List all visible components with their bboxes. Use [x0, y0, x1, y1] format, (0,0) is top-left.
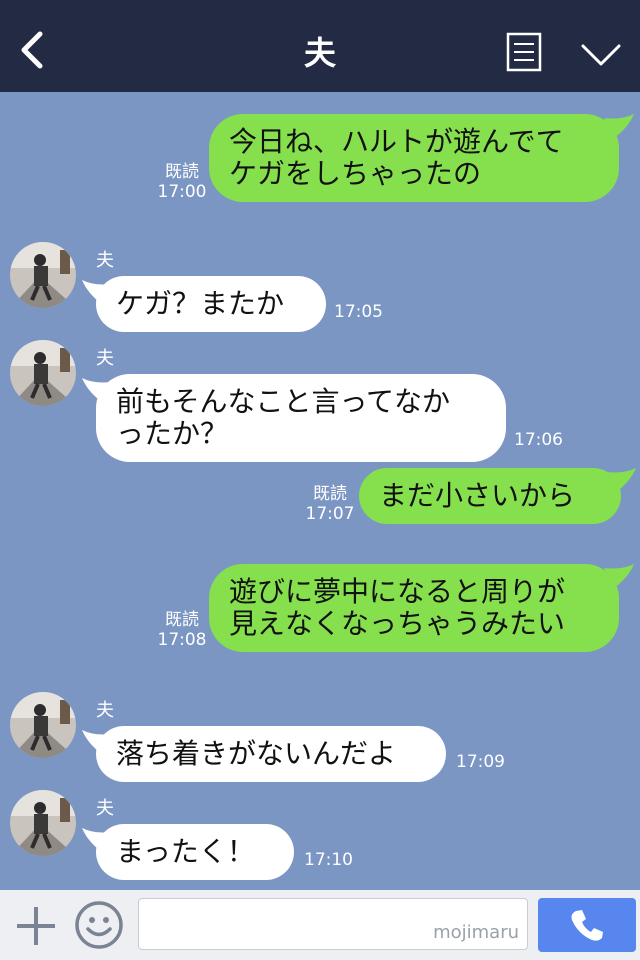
smiley-icon[interactable]: [74, 900, 124, 950]
message-row: 既読 17:08 遊びに夢中になると周りが 見えなくなっちゃうみたい: [0, 564, 640, 656]
avatar[interactable]: [10, 340, 76, 406]
message-time: 17:08: [157, 630, 207, 650]
avatar-photo-icon: [10, 692, 76, 758]
message-list[interactable]: 既読 17:00 今日ね、ハルトが遊んでて ケガをしちゃったの 夫 ケガ？またか…: [0, 92, 640, 890]
message-row: 夫 前もそんなこと言ってなか ったか？ 17:06: [0, 340, 640, 464]
my-message-bubble[interactable]: 今日ね、ハルトが遊んでて ケガをしちゃったの: [209, 114, 619, 202]
read-receipt: 既読: [165, 610, 199, 630]
message-meta: 既読 17:00: [156, 162, 208, 202]
sender-name: 夫: [96, 250, 114, 271]
message-row: 夫 ケガ？またか 17:05: [0, 242, 640, 334]
chevron-down-icon[interactable]: [580, 42, 622, 68]
avatar[interactable]: [10, 692, 76, 758]
message-row: 夫 落ち着きがないんだよ 17:09: [0, 692, 640, 784]
avatar-photo-icon: [10, 790, 76, 856]
chat-title: 夫: [303, 34, 336, 72]
message-time: 17:09: [456, 752, 505, 772]
watermark: mojimaru: [433, 922, 519, 943]
message-input[interactable]: mojimaru: [138, 898, 528, 950]
my-message-bubble[interactable]: まだ小さいから: [359, 468, 621, 524]
message-row: 既読 17:00 今日ね、ハルトが遊んでて ケガをしちゃったの: [0, 114, 640, 206]
my-message-bubble[interactable]: 遊びに夢中になると周りが 見えなくなっちゃうみたい: [209, 564, 619, 652]
message-time: 17:10: [304, 850, 353, 870]
avatar[interactable]: [10, 790, 76, 856]
message-time: 17:05: [334, 302, 383, 322]
call-button[interactable]: [538, 898, 636, 952]
read-receipt: 既読: [165, 162, 199, 182]
sender-name: 夫: [96, 348, 114, 369]
chat-header: 夫: [0, 0, 640, 92]
message-time: 17:07: [305, 504, 355, 524]
bubble-tail: [604, 564, 634, 588]
bubble-tail: [604, 114, 634, 138]
message-row: 夫 まったく！ 17:10: [0, 790, 640, 882]
message-meta: 既読 17:07: [304, 484, 356, 524]
message-row: 既読 17:07 まだ小さいから: [0, 468, 640, 528]
message-time: 17:00: [157, 182, 207, 202]
plus-icon[interactable]: [14, 904, 58, 948]
avatar[interactable]: [10, 242, 76, 308]
their-message-bubble[interactable]: 落ち着きがないんだよ: [96, 726, 446, 782]
message-meta: 既読 17:08: [156, 610, 208, 650]
avatar-photo-icon: [10, 340, 76, 406]
their-message-bubble[interactable]: ケガ？またか: [96, 276, 326, 332]
sender-name: 夫: [96, 798, 114, 819]
message-time: 17:06: [514, 430, 563, 450]
bubble-tail: [606, 468, 636, 492]
read-receipt: 既読: [313, 484, 347, 504]
notes-icon[interactable]: [506, 32, 542, 72]
their-message-bubble[interactable]: まったく！: [96, 824, 294, 880]
their-message-bubble[interactable]: 前もそんなこと言ってなか ったか？: [96, 374, 506, 462]
phone-icon: [571, 910, 603, 941]
avatar-photo-icon: [10, 242, 76, 308]
sender-name: 夫: [96, 700, 114, 721]
